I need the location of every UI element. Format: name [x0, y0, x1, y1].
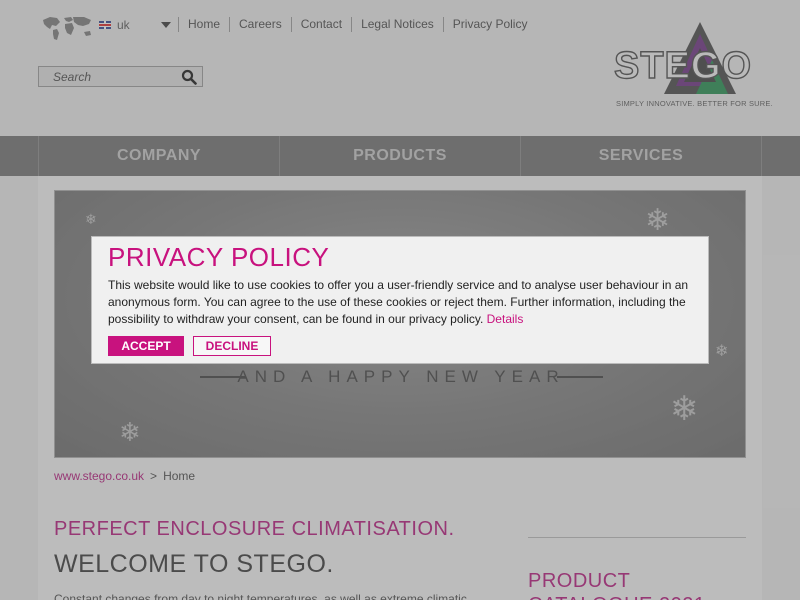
details-link[interactable]: Details — [487, 312, 524, 326]
dialog-body: This website would like to use cookies t… — [108, 277, 698, 328]
dialog-body-text: This website would like to use cookies t… — [108, 278, 689, 326]
accept-button[interactable]: ACCEPT — [108, 336, 184, 356]
decline-button[interactable]: DECLINE — [193, 336, 271, 356]
privacy-policy-dialog: PRIVACY POLICY This website would like t… — [91, 236, 709, 364]
dialog-title: PRIVACY POLICY — [108, 242, 330, 272]
